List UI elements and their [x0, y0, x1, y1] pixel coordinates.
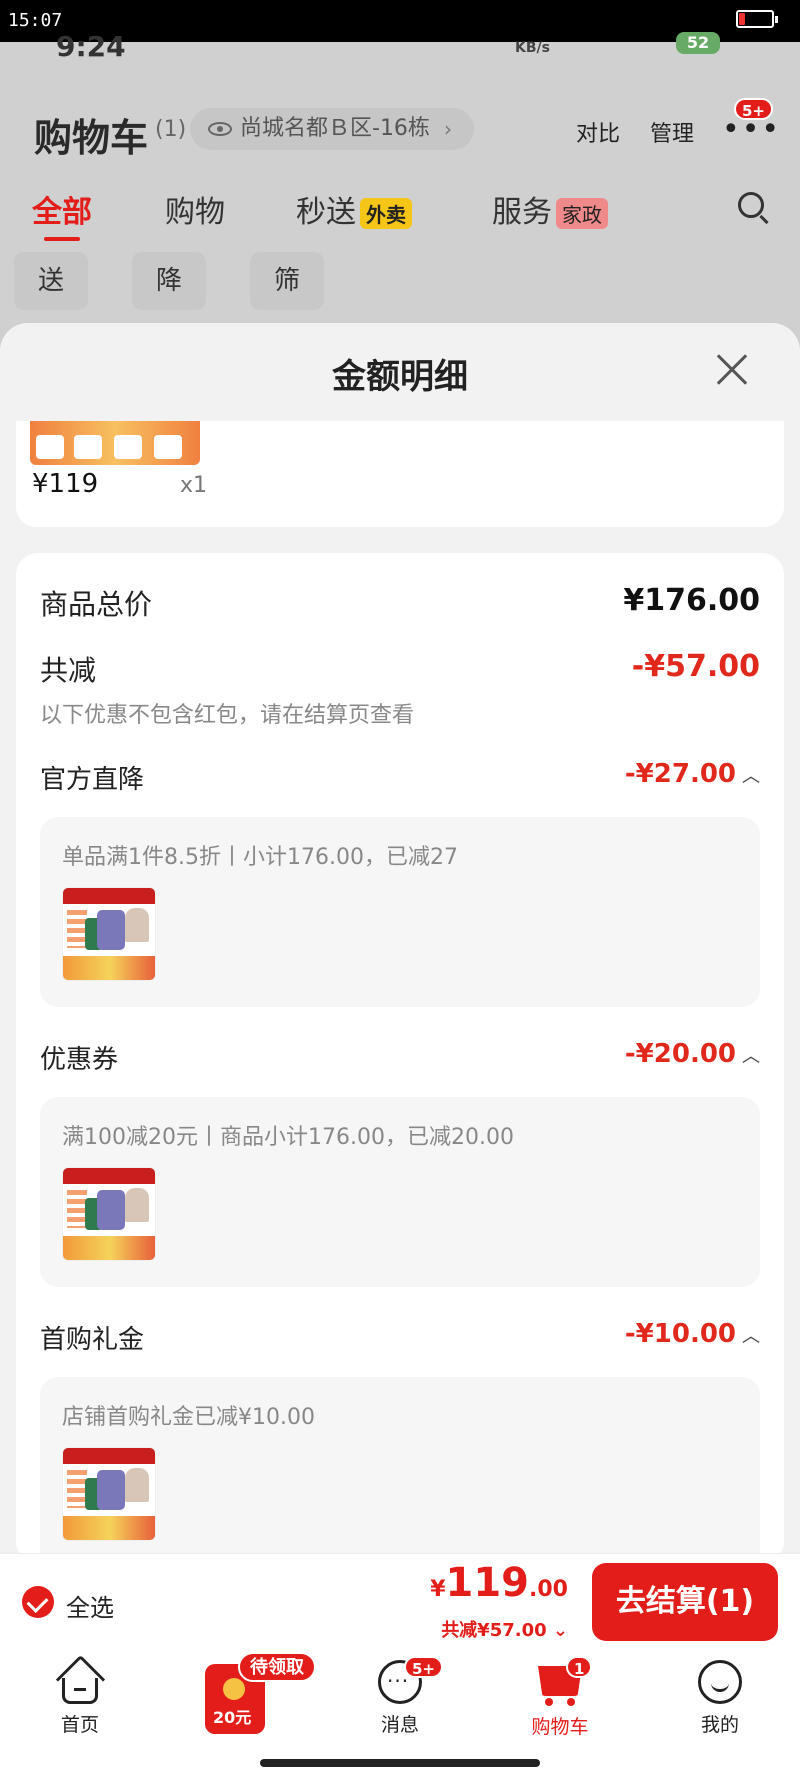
home-indicator[interactable]: [260, 1759, 540, 1767]
product-card: ¥119 x1: [16, 421, 784, 527]
system-time: 15:07: [8, 10, 63, 31]
address-text: 尚城名都Ｂ区-16栋: [240, 116, 430, 141]
checkout-button[interactable]: 去结算(1): [592, 1563, 778, 1641]
phone-battery-icon: 52: [676, 32, 720, 54]
chevron-up-icon: ︿: [742, 1045, 760, 1067]
price-breakdown-card: 商品总价 ¥176.00 共减 -¥57.00 以下优惠不包含红包，请在结算页查…: [16, 553, 784, 1553]
coupon-value: -¥20.00: [624, 1039, 736, 1069]
coupon-label: 优惠券: [40, 1045, 119, 1075]
phone-time: 9:24: [56, 30, 126, 63]
profile-icon: [698, 1660, 742, 1704]
chevron-up-icon: ︿: [742, 765, 760, 787]
category-tabs: 全部 购物 秒送 外卖 服务 家政: [0, 187, 800, 247]
system-battery-icon: [736, 10, 778, 28]
tab-express-label: 秒送: [296, 195, 356, 230]
home-icon: [62, 1678, 98, 1704]
manage-button[interactable]: 管理: [650, 116, 694, 148]
cart-count: (1): [155, 117, 187, 142]
page-title: 购物车: [34, 116, 149, 160]
total-decimal: .00: [529, 1577, 568, 1602]
total-price: ¥119.00: [430, 1560, 568, 1606]
total-price-value: ¥176.00: [623, 583, 760, 618]
tab-me-label: 我的: [700, 1714, 739, 1736]
coin-icon: [223, 1678, 245, 1700]
chip-price-drop[interactable]: 降价: [132, 252, 207, 354]
first-purchase-toggle[interactable]: -¥10.00 ︿: [625, 1319, 760, 1349]
cart-page-background: 9:24 KB/s 52 购物车 (1) 尚城名都Ｂ区-16栋 › 对比 管理 …: [0, 30, 800, 412]
coupon-detail: 满100减20元丨商品小计176.00，已减20.00: [40, 1097, 760, 1287]
product-image: [62, 887, 156, 981]
messages-badge: 5+: [404, 1656, 444, 1678]
tab-express[interactable]: 秒送 外卖: [296, 187, 412, 231]
eye-icon: [208, 122, 232, 136]
sheet-title: 金额明细: [332, 357, 468, 397]
first-purchase-detail: 店铺首购礼金已减¥10.00: [40, 1377, 760, 1553]
bottom-tab-bar: 首页 20元 待领取 消息 5+ 购物车 1 我的: [0, 1648, 800, 1777]
chip-gift[interactable]: 送礼: [14, 252, 89, 354]
first-purchase-desc: 店铺首购礼金已减¥10.00: [62, 1405, 315, 1430]
search-icon[interactable]: [738, 192, 764, 218]
currency-symbol: ¥: [430, 1577, 446, 1602]
total-price-label: 商品总价: [40, 588, 153, 621]
compare-button[interactable]: 对比: [576, 116, 620, 148]
tab-shopping[interactable]: 购物: [165, 187, 225, 231]
phone-status-row: 9:24 KB/s 52: [0, 30, 800, 63]
total-reduce-label: 共减: [40, 654, 97, 687]
amount-detail-sheet: 金额明细 ¥119 x1 商品总价 ¥176.00 共减 -¥57.00 以下优…: [0, 323, 800, 1553]
official-discount-value: -¥27.00: [624, 759, 736, 789]
chevron-right-icon: ›: [443, 117, 452, 141]
to-claim-badge: 待领取: [238, 1652, 316, 1682]
red-packet-amount: 20元: [213, 1708, 252, 1727]
coupon-desc: 满100减20元丨商品小计176.00，已减20.00: [62, 1125, 514, 1150]
chip-filter[interactable]: 筛选 ▽: [250, 252, 325, 412]
address-selector[interactable]: 尚城名都Ｂ区-16栋 ›: [190, 108, 474, 150]
cart-wheels-icon: [545, 1698, 575, 1706]
tab-service[interactable]: 服务 家政: [492, 187, 608, 231]
cart-badge: 1: [566, 1656, 593, 1678]
tab-home-label: 首页: [60, 1714, 99, 1736]
housekeeping-tag: 家政: [556, 198, 608, 229]
select-all-checkbox[interactable]: [22, 1586, 54, 1618]
total-integer: 119: [445, 1560, 530, 1606]
select-all-label[interactable]: 全选: [66, 1588, 114, 1623]
tab-me[interactable]: 我的: [660, 1660, 780, 1737]
takeout-tag: 外卖: [360, 198, 412, 229]
tab-messages-label: 消息: [380, 1714, 419, 1736]
discount-note: 以下优惠不包含红包，请在结算页查看: [40, 703, 415, 728]
product-price: ¥119: [32, 469, 99, 499]
tab-cart-label: 购物车: [531, 1716, 589, 1738]
official-discount-toggle[interactable]: -¥27.00 ︿: [625, 759, 760, 789]
checkout-bar: 全选 ¥119.00 共减¥57.00 ⌄ 去结算(1): [0, 1553, 800, 1648]
more-badge: 5+: [734, 98, 774, 120]
product-thumbnail: [30, 421, 200, 465]
tab-all[interactable]: 全部: [32, 187, 92, 241]
official-discount-desc: 单品满1件8.5折丨小计176.00，已减27: [62, 845, 458, 870]
tab-home[interactable]: 首页: [20, 1660, 140, 1737]
close-icon[interactable]: [716, 353, 748, 385]
tab-service-label: 服务: [492, 195, 552, 230]
product-image: [62, 1447, 156, 1541]
tab-cart[interactable]: 购物车: [500, 1660, 620, 1739]
official-discount-detail: 单品满1件8.5折丨小计176.00，已减27: [40, 817, 760, 1007]
net-speed: KB/s: [515, 40, 550, 56]
first-purchase-label: 首购礼金: [40, 1325, 145, 1355]
official-discount-label: 官方直降: [40, 765, 145, 795]
chevron-up-icon: ︿: [742, 1325, 760, 1347]
product-image: [62, 1167, 156, 1261]
coupon-toggle[interactable]: -¥20.00 ︿: [625, 1039, 760, 1069]
product-quantity: x1: [180, 473, 208, 498]
first-purchase-value: -¥10.00: [624, 1319, 736, 1349]
total-reduce-value: -¥57.00: [631, 649, 760, 684]
saved-amount-toggle[interactable]: 共减¥57.00 ⌄: [441, 1616, 568, 1642]
